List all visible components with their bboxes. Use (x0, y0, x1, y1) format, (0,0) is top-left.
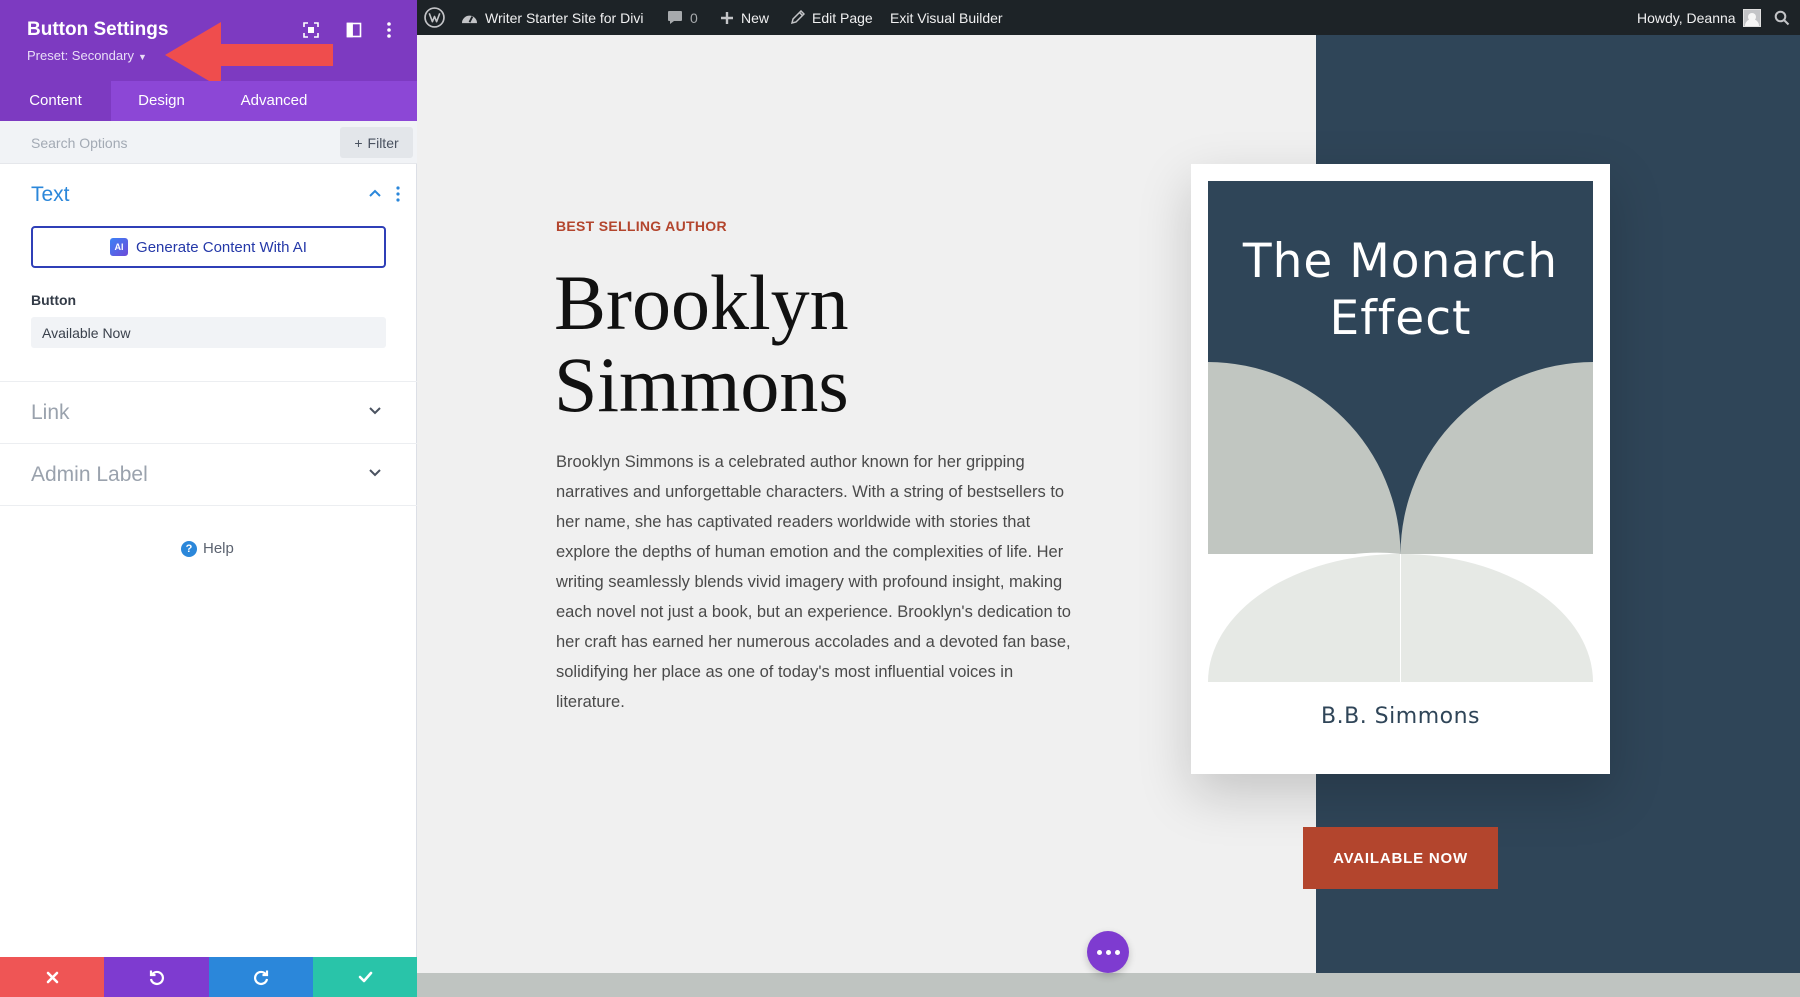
new-label: New (741, 9, 770, 26)
search-icon (1774, 10, 1790, 25)
split-view-icon[interactable] (343, 19, 365, 41)
redo-button[interactable] (209, 957, 313, 997)
section-text-header[interactable]: Text (0, 164, 417, 226)
admin-exit-builder-link[interactable]: Exit Visual Builder (890, 0, 1003, 35)
hero-heading-line2: Simmons (554, 341, 849, 428)
book-author: B.B. Simmons (1321, 704, 1480, 729)
chevron-down-icon[interactable] (368, 406, 382, 416)
focus-mode-icon[interactable] (300, 19, 322, 41)
panel-tabs: Content Design Advanced (0, 81, 417, 121)
preset-dropdown[interactable]: Preset: Secondary ▼ (27, 48, 147, 63)
undo-icon (149, 970, 164, 985)
available-now-button[interactable]: AVAILABLE NOW (1303, 827, 1498, 889)
settings-panel: Button Settings Preset: Secondary ▼ Conte… (0, 0, 417, 997)
help-link[interactable]: ? Help (181, 540, 234, 557)
exit-builder-label: Exit Visual Builder (890, 9, 1003, 26)
comment-count: 0 (690, 9, 698, 26)
admin-site-link[interactable]: Writer Starter Site for Divi (461, 0, 643, 35)
avatar (1742, 8, 1761, 27)
plus-icon (721, 11, 733, 24)
hero-heading-line1: Brooklyn (554, 259, 849, 346)
wp-admin-bar: Writer Starter Site for Divi 0 New Edit … (417, 0, 1800, 35)
close-icon (46, 971, 58, 983)
book-cover-image: The Monarch Effect (1208, 181, 1593, 683)
panel-action-bar (0, 957, 417, 997)
dot-icon (1114, 949, 1120, 955)
section-menu-icon[interactable] (396, 186, 400, 202)
builder-menu-button[interactable] (1087, 931, 1129, 973)
book-title-line1: The Monarch (1242, 234, 1559, 289)
check-icon (358, 971, 372, 983)
chevron-down-icon[interactable] (368, 468, 382, 478)
generate-ai-label: Generate Content With AI (136, 238, 307, 256)
admin-search-button[interactable] (1774, 0, 1790, 35)
hero-eyebrow: BEST SELLING AUTHOR (556, 218, 727, 234)
admin-comments-link[interactable]: 0 (667, 0, 698, 35)
discard-button[interactable] (0, 957, 104, 997)
section-admin-label-header[interactable]: Admin Label (0, 444, 417, 506)
wordpress-logo-icon[interactable] (424, 0, 445, 35)
tab-content[interactable]: Content (0, 81, 111, 121)
filter-label: Filter (367, 134, 399, 151)
section-link-header[interactable]: Link (0, 382, 417, 444)
chevron-up-icon[interactable] (368, 188, 382, 198)
author-bio[interactable]: Brooklyn Simmons is a celebrated author … (556, 447, 1081, 717)
admin-edit-page-link[interactable]: Edit Page (790, 0, 873, 35)
book-title: The Monarch Effect (1208, 233, 1593, 347)
comment-icon (668, 11, 682, 24)
panel-header: Button Settings Preset: Secondary ▼ (0, 0, 417, 88)
button-text-input[interactable] (31, 317, 386, 348)
hero-heading[interactable]: Brooklyn Simmons (554, 262, 1034, 426)
edit-page-label: Edit Page (812, 9, 873, 26)
pencil-icon (790, 10, 805, 25)
more-options-icon[interactable] (378, 19, 400, 41)
book-title-line2: Effect (1329, 291, 1472, 346)
section-link-title: Link (31, 401, 70, 424)
panel-title: Button Settings (27, 19, 169, 40)
help-icon: ? (181, 540, 197, 557)
plus-icon: + (354, 134, 363, 151)
button-field-label: Button (31, 292, 77, 308)
redo-icon (253, 970, 268, 985)
search-options-input[interactable] (0, 121, 340, 164)
help-label: Help (203, 540, 234, 557)
generate-ai-button[interactable]: AI Generate Content With AI (31, 226, 386, 268)
dashboard-icon (461, 15, 478, 24)
dot-icon (1105, 949, 1111, 955)
admin-account-menu[interactable]: Howdy, Deanna (1637, 0, 1761, 35)
preset-label: Preset: Secondary (27, 48, 134, 63)
section-admin-label-title: Admin Label (31, 463, 148, 486)
save-button[interactable] (313, 957, 417, 997)
undo-button[interactable] (104, 957, 209, 997)
filter-button[interactable]: + Filter (340, 127, 413, 158)
ai-icon: AI (110, 238, 129, 256)
search-row: + Filter (0, 121, 417, 164)
howdy-label: Howdy, Deanna (1637, 9, 1736, 26)
caret-down-icon: ▼ (137, 52, 147, 62)
tab-design[interactable]: Design (111, 81, 212, 121)
dot-icon (1096, 949, 1102, 955)
book-card[interactable]: The Monarch Effect B.B. Simmons (1191, 164, 1610, 774)
section-text-title: Text (31, 183, 70, 206)
site-name: Writer Starter Site for Divi (485, 9, 644, 26)
next-section-strip (417, 973, 1800, 997)
admin-new-link[interactable]: New (720, 0, 769, 35)
tab-advanced[interactable]: Advanced (212, 81, 336, 121)
